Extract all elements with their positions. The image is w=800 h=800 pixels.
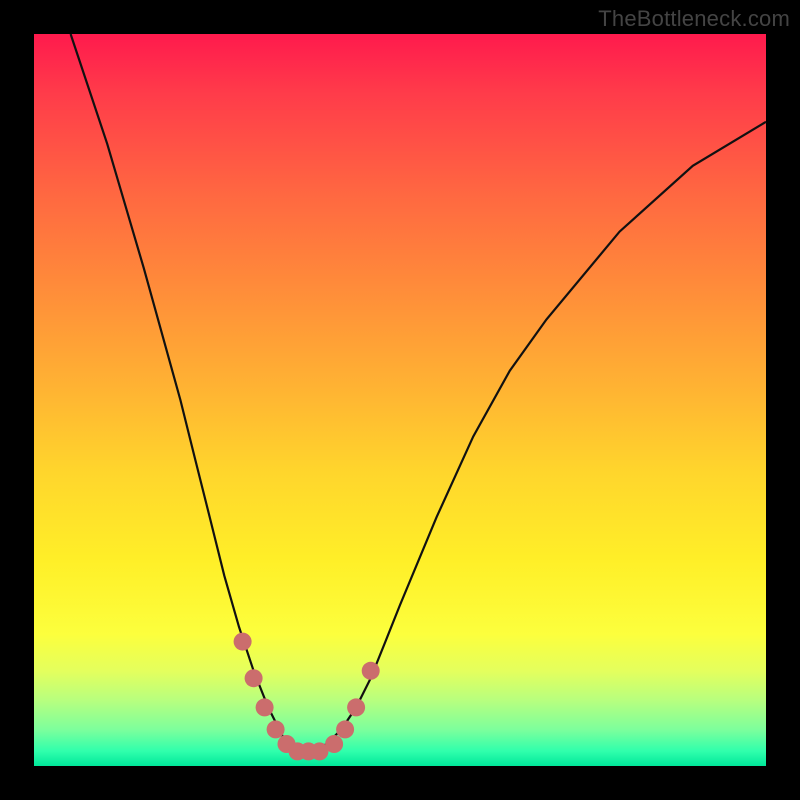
marker-point	[347, 698, 365, 716]
marker-point	[325, 735, 343, 753]
bottleneck-curve	[71, 34, 766, 751]
chart-svg	[34, 34, 766, 766]
marker-point	[267, 720, 285, 738]
plot-area	[34, 34, 766, 766]
marker-point	[256, 698, 274, 716]
watermark-text: TheBottleneck.com	[598, 6, 790, 32]
marker-group	[234, 633, 380, 761]
marker-point	[245, 669, 263, 687]
marker-point	[336, 720, 354, 738]
chart-frame: TheBottleneck.com	[0, 0, 800, 800]
marker-point	[234, 633, 252, 651]
marker-point	[362, 662, 380, 680]
